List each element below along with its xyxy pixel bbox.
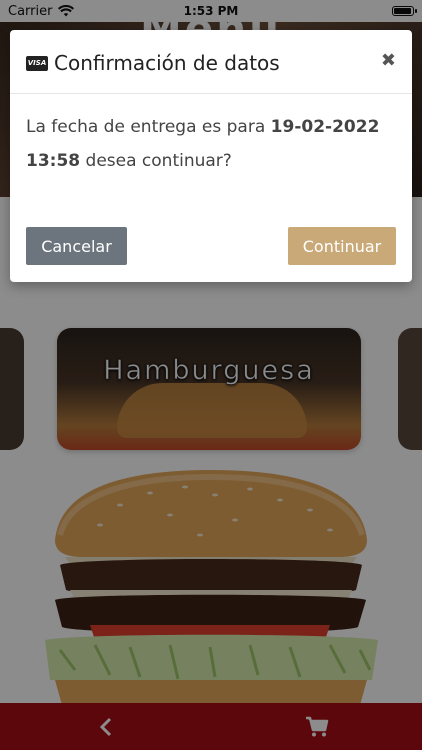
delivery-time: 13:58 — [26, 151, 81, 171]
dialog-divider — [10, 93, 412, 94]
continue-button[interactable]: Continuar — [288, 227, 396, 265]
message-prefix: La fecha de entrega es para — [26, 117, 271, 137]
close-icon[interactable]: ✖ — [381, 50, 396, 71]
confirmation-dialog: VISA Confirmación de datos ✖ La fecha de… — [10, 30, 412, 282]
dialog-message: La fecha de entrega es para 19-02-2022 1… — [26, 110, 396, 178]
visa-card-icon: VISA — [26, 55, 48, 71]
dialog-header: VISA Confirmación de datos — [26, 48, 396, 78]
dialog-title: Confirmación de datos — [54, 51, 280, 75]
message-suffix: desea continuar? — [80, 151, 232, 171]
cancel-button[interactable]: Cancelar — [26, 227, 127, 265]
delivery-date: 19-02-2022 — [270, 117, 380, 137]
